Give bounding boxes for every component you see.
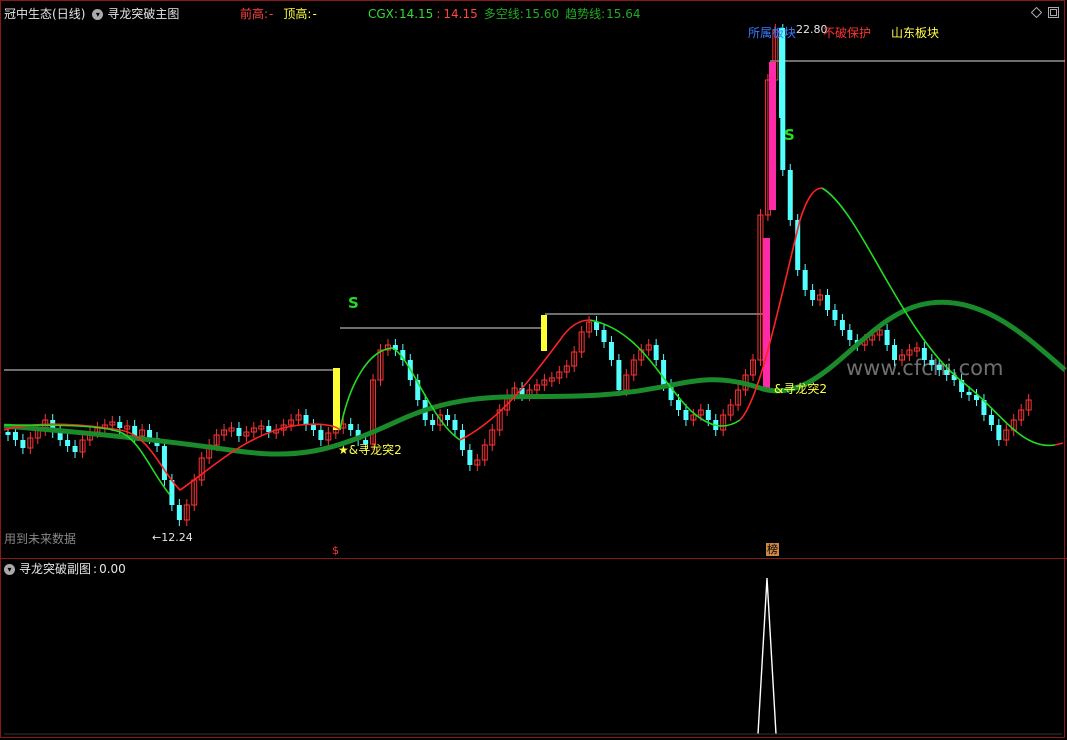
- long-short-line-up: [1054, 442, 1064, 446]
- candle-body: [608, 342, 614, 360]
- candle-body: [467, 450, 473, 465]
- signal-bar: [333, 368, 340, 430]
- candle-body: [594, 322, 600, 330]
- breakout-label-1: ★&寻龙突2: [338, 443, 402, 457]
- candle-body: [310, 425, 316, 430]
- candle-body: [236, 428, 242, 436]
- signal-bar: [541, 315, 547, 351]
- candle-body: [266, 426, 272, 432]
- pane-divider[interactable]: [0, 558, 1067, 559]
- province-label[interactable]: 山东板块: [891, 24, 939, 41]
- candle-body: [430, 420, 436, 425]
- bottom-marker-1: $: [332, 544, 339, 557]
- candle-body: [810, 290, 816, 300]
- candle-body: [303, 415, 309, 425]
- signal-bar: [769, 62, 776, 210]
- sub-value-label: :: [93, 562, 98, 576]
- bottom-marker-2: 榜: [766, 543, 779, 556]
- sub-header: ▾ 寻龙突破副图:0.00: [4, 560, 130, 578]
- candle-body: [117, 422, 123, 428]
- candle-body: [147, 430, 153, 438]
- candle-body: [787, 170, 793, 220]
- candle-body: [832, 310, 838, 320]
- candle-body: [683, 410, 689, 420]
- stop-loss-label[interactable]: 不破保护: [823, 24, 871, 41]
- future-data-note: 用到未来数据: [4, 532, 77, 546]
- low-price-label: ←12.24: [152, 531, 193, 544]
- candle-body: [161, 446, 167, 480]
- long-short-line-up: [459, 319, 591, 441]
- sub-indicator-name[interactable]: 寻龙突破副图: [19, 562, 91, 576]
- toggle-icon[interactable]: ▾: [4, 564, 15, 575]
- candle-body: [445, 415, 451, 420]
- sell-signal-2: S: [784, 126, 795, 144]
- sector-label[interactable]: 所属板块: [748, 24, 796, 41]
- candle-body: [65, 440, 71, 446]
- candle-body: [348, 424, 354, 430]
- candle-body: [676, 400, 681, 410]
- candle-body: [884, 330, 890, 345]
- long-short-line-down: [821, 187, 1056, 447]
- candle-body: [779, 28, 785, 118]
- watermark: www.cfchi.com: [846, 356, 1004, 380]
- candle-body: [452, 420, 458, 430]
- candle-body: [847, 330, 853, 340]
- sell-signal-1: S: [348, 294, 359, 312]
- candle-body: [996, 425, 1002, 440]
- candle-body: [72, 446, 78, 452]
- candle-body: [176, 505, 182, 520]
- candle-body: [318, 430, 324, 440]
- sub-value: 0.00: [99, 562, 126, 576]
- candle-body: [988, 415, 994, 425]
- candle-body: [653, 345, 659, 360]
- candle-body: [12, 432, 18, 440]
- breakout-label-2: &寻龙突2: [774, 382, 827, 396]
- candle-body: [5, 432, 11, 435]
- candle-body: [705, 410, 711, 420]
- candle-body: [20, 440, 26, 448]
- candle-body: [616, 360, 622, 390]
- candle-body: [825, 295, 830, 310]
- candle-body: [601, 330, 607, 342]
- long-short-line-up: [3, 423, 341, 492]
- main-chart[interactable]: [0, 0, 1067, 558]
- candle-body: [802, 270, 808, 290]
- candle-body: [966, 392, 972, 395]
- candle-body: [839, 320, 845, 330]
